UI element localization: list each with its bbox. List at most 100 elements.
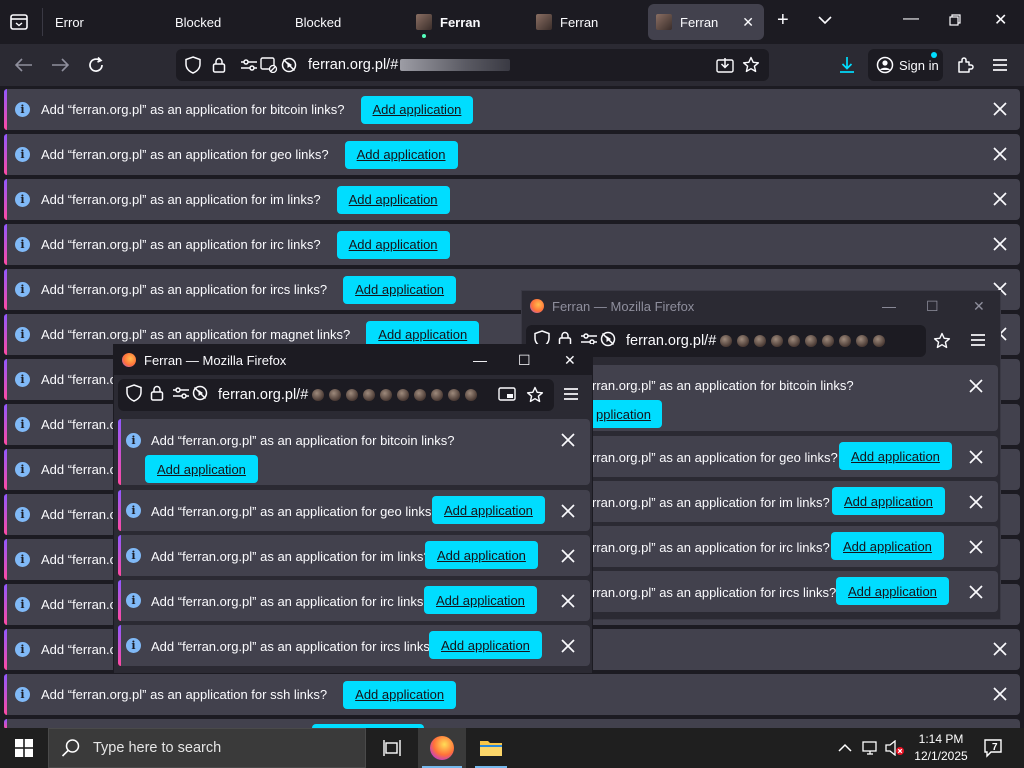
firefox-logo-icon (122, 353, 136, 367)
window-close-icon[interactable]: ✕ (994, 10, 1007, 30)
maximize-icon[interactable]: ☐ (518, 352, 531, 369)
bookmark-star-icon[interactable] (933, 332, 951, 355)
minimize-icon[interactable]: — (882, 298, 896, 314)
system-clock[interactable]: 1:14 PM 12/1/2025 (908, 731, 974, 765)
add-application-button[interactable]: Add application (343, 680, 457, 709)
close-icon[interactable] (560, 593, 576, 609)
new-tab-icon[interactable]: + (777, 9, 789, 32)
tab-close-icon[interactable]: ✕ (742, 14, 754, 31)
permissions-icon[interactable] (172, 386, 190, 405)
taskbar: Type here to search 1:14 PM 12/1/2025 7 (0, 728, 1024, 768)
add-application-button[interactable]: Add application (425, 541, 538, 569)
notification-bar: rran.org.pl” as an application for im li… (526, 481, 998, 522)
add-application-button[interactable]: Add application (836, 577, 949, 605)
add-application-button[interactable]: Add application (336, 185, 450, 214)
extensions-icon[interactable] (954, 54, 976, 76)
tab-blocked-1[interactable]: Blocked (164, 4, 282, 40)
add-application-button[interactable]: Add application (344, 140, 458, 169)
autoplay-blocked-icon[interactable] (192, 385, 208, 406)
forward-arrow-icon[interactable] (49, 54, 71, 76)
tab-list-icon[interactable] (8, 11, 30, 33)
app-menu-icon[interactable] (563, 387, 579, 406)
shield-icon[interactable] (126, 383, 142, 407)
close-icon[interactable] (992, 191, 1008, 207)
taskbar-search-box[interactable]: Type here to search (48, 728, 366, 768)
close-icon[interactable] (560, 638, 576, 654)
minimize-icon[interactable]: — (473, 352, 487, 368)
close-icon[interactable] (560, 503, 576, 519)
volume-muted-icon[interactable] (885, 728, 905, 768)
add-application-button[interactable]: Add application (432, 496, 545, 524)
maximize-icon[interactable]: ☐ (926, 298, 939, 315)
back-arrow-icon[interactable] (13, 54, 35, 76)
notification-message: Add “ferran.org.pl” as an application fo… (151, 594, 431, 609)
start-button[interactable] (0, 728, 48, 768)
notification-message: Add “ferran.or (41, 552, 122, 567)
close-icon[interactable] (968, 449, 984, 465)
notification-message: Add “ferran.or (41, 462, 122, 477)
add-application-button[interactable]: Add application (343, 275, 457, 304)
media-permission-icon[interactable] (260, 56, 278, 74)
autoplay-blocked-icon[interactable] (280, 56, 298, 74)
tab-ferran-2[interactable]: Ferran (526, 4, 644, 40)
notification-message: Add “ferran.org.pl” as an application fo… (41, 237, 321, 252)
tab-blocked-2[interactable]: Blocked (284, 4, 402, 40)
close-icon[interactable] (992, 686, 1008, 702)
tray-overflow-chevron-icon[interactable] (838, 728, 852, 768)
add-application-button[interactable]: Add application (336, 230, 450, 259)
add-application-button[interactable]: Add application (839, 442, 952, 470)
add-application-button[interactable]: Add application (360, 95, 474, 124)
notification-center-icon[interactable]: 7 (983, 728, 1005, 768)
close-icon[interactable] (992, 236, 1008, 252)
url-bar[interactable]: ferran.org.pl/# (176, 49, 769, 81)
task-view-button[interactable] (368, 728, 416, 768)
bookmark-star-icon[interactable] (742, 56, 760, 74)
url-text: ferran.org.pl/# (308, 57, 511, 73)
taskbar-firefox[interactable] (418, 728, 466, 768)
add-application-button[interactable]: Add application (424, 586, 537, 614)
picture-in-picture-icon[interactable] (498, 386, 516, 407)
tab-error[interactable]: Error (44, 4, 162, 40)
sign-in-button[interactable]: Sign in (868, 49, 943, 81)
network-icon[interactable] (862, 728, 880, 768)
close-icon[interactable] (992, 101, 1008, 117)
add-application-button[interactable]: Add application (831, 532, 944, 560)
close-icon[interactable] (968, 378, 984, 394)
notification-message: rran.org.pl” as an application for geo l… (592, 450, 838, 465)
permissions-icon[interactable] (240, 56, 258, 74)
close-icon[interactable] (968, 494, 984, 510)
install-app-icon[interactable] (716, 56, 734, 74)
close-icon[interactable] (968, 584, 984, 600)
notification-message: Add “ferran.org.pl” as an application fo… (41, 192, 321, 207)
shield-icon[interactable] (184, 56, 202, 74)
info-icon: i (15, 507, 30, 522)
close-icon[interactable] (560, 548, 576, 564)
lock-icon[interactable] (210, 56, 228, 74)
url-bar[interactable]: ferran.org.pl/# (118, 379, 554, 411)
info-icon: i (126, 638, 141, 653)
minimize-icon[interactable]: — (903, 10, 919, 28)
tab-ferran-active[interactable]: Ferran ✕ (648, 4, 764, 40)
bookmark-star-icon[interactable] (526, 386, 544, 409)
close-icon[interactable] (968, 539, 984, 555)
app-menu-icon[interactable] (970, 333, 986, 352)
app-menu-icon[interactable] (989, 54, 1011, 76)
window-close-icon[interactable]: ✕ (973, 298, 985, 315)
close-icon[interactable] (992, 146, 1008, 162)
window-close-icon[interactable]: ✕ (564, 352, 576, 369)
add-application-button-partial[interactable]: pplication (586, 400, 662, 428)
notification-bar: i Add “ferran.org.pl” as an application … (4, 89, 1020, 130)
taskbar-file-explorer[interactable] (467, 728, 515, 768)
autoplay-blocked-icon[interactable] (600, 331, 616, 352)
add-application-button[interactable]: Add application (429, 631, 542, 659)
close-icon[interactable] (560, 432, 576, 448)
add-application-button[interactable]: Add application (145, 455, 258, 483)
downloads-icon[interactable] (836, 54, 858, 76)
add-application-button[interactable]: Add application (832, 487, 945, 515)
reload-icon[interactable] (85, 54, 107, 76)
lock-icon[interactable] (150, 385, 164, 406)
restore-icon[interactable] (949, 13, 961, 31)
info-icon: i (15, 462, 30, 477)
tab-overflow-chevron-icon[interactable] (818, 12, 832, 30)
close-icon[interactable] (992, 641, 1008, 657)
